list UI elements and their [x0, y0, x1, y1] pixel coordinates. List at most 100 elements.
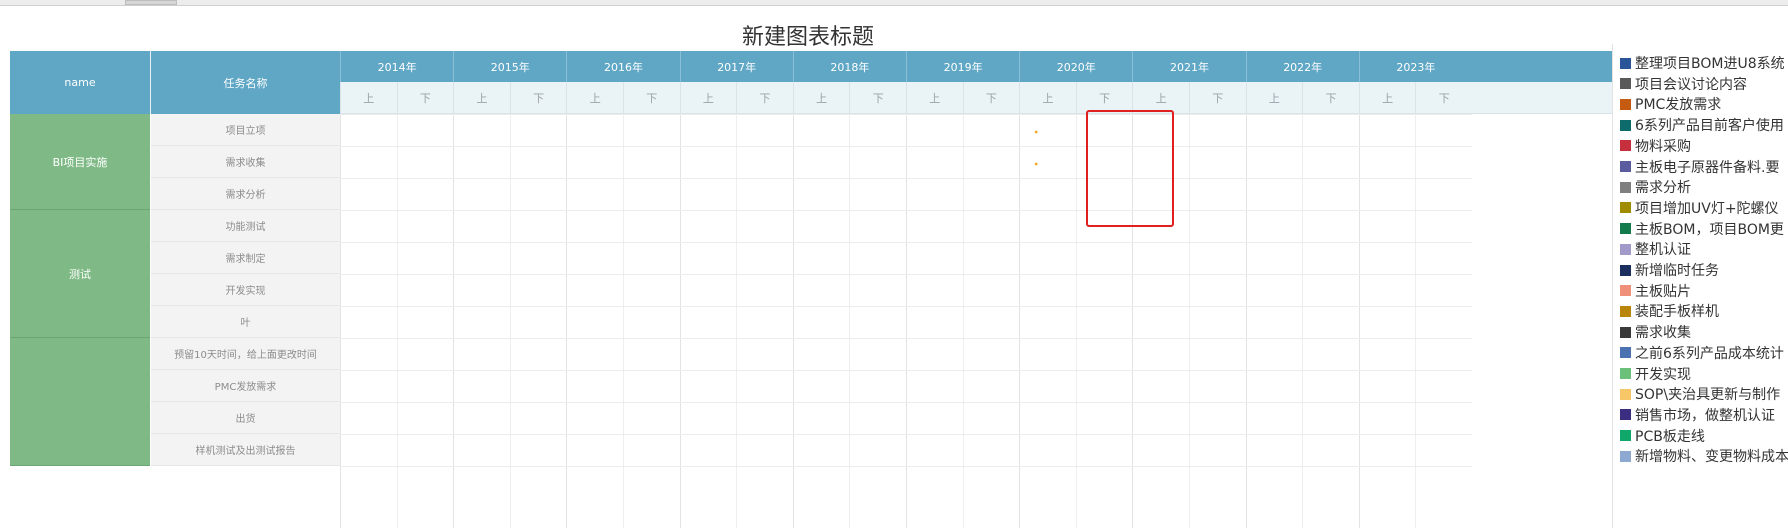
legend-swatch	[1620, 450, 1631, 462]
legend-item[interactable]: 新增临时任务	[1620, 260, 1719, 280]
legend-label: 装配手板样机	[1635, 304, 1719, 321]
legend-swatch	[1620, 202, 1631, 214]
half-year-label: 上	[1358, 82, 1416, 114]
task-cell: 需求收集	[151, 146, 340, 178]
half-year-label: 上	[1245, 82, 1303, 114]
legend-item[interactable]: 整理项目BOM进U8系统	[1620, 53, 1785, 73]
year-label: 2016年	[566, 51, 679, 82]
legend-item[interactable]: 主板BOM，项目BOM更	[1620, 219, 1784, 239]
legend-label: 需求收集	[1635, 325, 1691, 342]
task-marker	[1034, 130, 1038, 134]
legend-swatch	[1620, 347, 1631, 359]
legend-item[interactable]: 销售市场，做整机认证	[1620, 405, 1775, 425]
legend-item[interactable]: PCB板走线	[1620, 426, 1705, 446]
header-name: name	[10, 51, 151, 114]
task-cell: 叶	[151, 306, 340, 338]
legend-label: PCB板走线	[1635, 428, 1705, 445]
group-cell: 测试	[10, 210, 150, 338]
half-year-label: 下	[1189, 82, 1246, 114]
task-cell: 需求分析	[151, 178, 340, 210]
legend-label: 新增临时任务	[1635, 263, 1719, 279]
legend-swatch	[1620, 161, 1631, 172]
legend-item[interactable]: SOP\夹治具更新与制作	[1620, 384, 1780, 404]
task-cell: 项目立项	[151, 114, 340, 146]
legend-swatch	[1620, 326, 1631, 338]
year-header-row: 2014年 2015年 2016年 2017年 2018年 2019年 2020年 2021年…	[340, 51, 1612, 82]
top-toolbar-strip	[0, 0, 1788, 6]
legend-label: 需求分析	[1635, 180, 1691, 197]
legend-item[interactable]: 6系列产品目前客户使用	[1620, 115, 1784, 135]
legend-swatch	[1620, 140, 1631, 152]
legend-label: 项目会议讨论内容	[1635, 76, 1747, 93]
year-label: 2022年	[1245, 51, 1359, 82]
legend-swatch	[1620, 98, 1631, 110]
legend-item[interactable]: 开发实现	[1620, 364, 1691, 384]
year-label: 2020年	[1019, 51, 1132, 82]
half-year-header-row: 上下上下上下上下上下上下上下上下上下上下	[340, 82, 1612, 114]
legend-swatch	[1620, 430, 1631, 442]
half-year-label: 上	[792, 82, 850, 114]
legend-swatch	[1620, 409, 1631, 421]
year-label: 2017年	[679, 51, 793, 82]
legend-label: 项目增加UV灯+陀螺仪	[1635, 200, 1779, 217]
half-year-label: 下	[1302, 82, 1359, 114]
half-year-label: 下	[509, 82, 567, 114]
task-cell: PMC发放需求	[151, 370, 340, 402]
legend-item[interactable]: 主板电子原器件备料.要	[1620, 157, 1779, 177]
group-cell	[10, 338, 150, 466]
task-cell: 样机测试及出测试报告	[151, 434, 340, 466]
chart-legend: 整理项目BOM进U8系统 项目会议讨论内容 PMC发放需求 6系列产品目前客户使用 物料…	[1620, 53, 1788, 528]
toolbar-tab[interactable]	[125, 0, 177, 5]
half-year-label: 上	[1019, 82, 1076, 114]
gantt-plot-area	[340, 114, 1612, 528]
legend-label: 6系列产品目前客户使用	[1635, 118, 1784, 135]
task-cell: 出货	[151, 402, 340, 434]
legend-swatch	[1620, 388, 1631, 400]
half-year-label: 上	[679, 82, 737, 114]
legend-label: SOP\夹治具更新与制作	[1635, 387, 1781, 404]
year-label: 2018年	[792, 51, 906, 82]
task-cell: 开发实现	[151, 274, 340, 306]
legend-label: 主板贴片	[1635, 283, 1691, 300]
half-year-label: 上	[906, 82, 963, 114]
legend-swatch	[1620, 264, 1631, 276]
legend-item[interactable]: 项目会议讨论内容	[1620, 74, 1747, 94]
legend-swatch	[1620, 57, 1631, 69]
legend-item[interactable]: PMC发放需求	[1620, 94, 1721, 114]
legend-swatch	[1620, 223, 1631, 235]
legend-swatch	[1620, 78, 1631, 90]
half-year-label: 上	[453, 82, 510, 114]
highlight-box	[1086, 110, 1174, 227]
legend-label: 物料采购	[1635, 138, 1691, 155]
legend-swatch	[1620, 119, 1631, 131]
header-task-name: 任务名称	[151, 51, 340, 114]
task-cell: 预留10天时间，给上面更改时间	[151, 338, 340, 370]
year-label: 2015年	[453, 51, 566, 82]
legend-label: 主板电子原器件备料.要	[1635, 159, 1780, 176]
half-year-label: 上	[340, 82, 397, 114]
half-year-label: 下	[736, 82, 793, 114]
legend-item[interactable]: 主板贴片	[1620, 281, 1691, 301]
legend-label: 之前6系列产品成本统计	[1635, 345, 1784, 362]
gantt-grid: name 任务名称 2014年 2015年 2016年 2017年 2018年 2019年…	[10, 51, 1612, 528]
legend-label: 销售市场，做整机认证	[1635, 407, 1775, 424]
task-cell: 功能测试	[151, 210, 340, 242]
year-label: 2014年	[340, 51, 453, 82]
legend-item[interactable]: 装配手板样机	[1620, 301, 1719, 321]
legend-label: 整理项目BOM进U8系统	[1635, 56, 1785, 72]
legend-divider	[1612, 44, 1613, 528]
task-marker	[1034, 162, 1038, 166]
legend-swatch	[1620, 305, 1631, 317]
legend-item[interactable]: 新增物料、变更物料成本	[1620, 446, 1788, 466]
year-label: 2019年	[906, 51, 1019, 82]
chart-title: 新建图表标题	[741, 25, 874, 50]
legend-item[interactable]: 之前6系列产品成本统计	[1620, 343, 1784, 363]
legend-item[interactable]: 物料采购	[1620, 136, 1691, 156]
half-year-label: 下	[623, 82, 680, 114]
legend-item[interactable]: 整机认证	[1620, 239, 1691, 259]
half-year-label: 下	[962, 82, 1020, 114]
legend-label: 开发实现	[1635, 366, 1691, 383]
legend-item[interactable]: 需求收集	[1620, 322, 1691, 342]
legend-item[interactable]: 需求分析	[1620, 177, 1691, 197]
legend-item[interactable]: 项目增加UV灯+陀螺仪	[1620, 198, 1779, 218]
